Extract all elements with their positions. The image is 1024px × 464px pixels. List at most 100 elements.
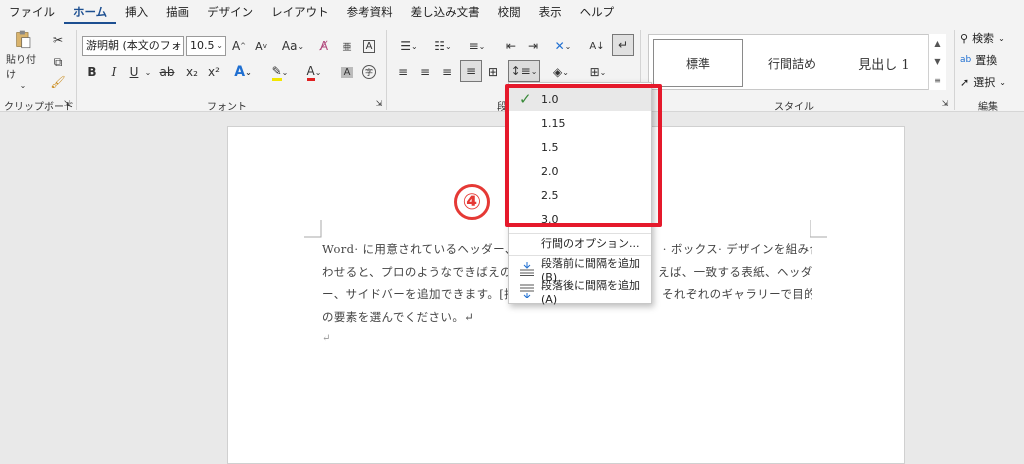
cut-button[interactable]: ✂ <box>48 30 68 50</box>
shading-button[interactable]: ◈ ⌄ <box>548 62 574 82</box>
tab-references[interactable]: 参考資料 <box>338 0 402 24</box>
strikethrough-button[interactable]: ab <box>158 62 176 82</box>
align-left-button[interactable]: ≡ <box>394 62 412 82</box>
asian-layout-button[interactable]: ✕ ⌄ <box>550 36 576 56</box>
tab-view[interactable]: 表示 <box>530 0 571 24</box>
styles-scroll[interactable]: ▲ ▼ ≡ <box>928 34 946 90</box>
styles-gallery[interactable]: 標準 行間詰め 見出し 1 <box>648 34 946 90</box>
paint-bucket-icon: ◈ <box>553 65 563 79</box>
chevron-down-icon[interactable]: ⌄ <box>144 62 152 82</box>
chevron-down-icon[interactable]: ▼ <box>934 57 940 66</box>
font-name-select[interactable]: 游明朝 (本文のフォン ⌄ <box>82 36 184 56</box>
text-effects-button[interactable]: A ⌄ <box>232 62 254 82</box>
text-line: の要素を選んでください。↵ <box>322 306 812 329</box>
chevron-down-icon: ⌄ <box>245 67 252 77</box>
align-right-button[interactable]: ≡ <box>438 62 456 82</box>
tab-insert[interactable]: 挿入 <box>116 0 157 24</box>
tab-mailings[interactable]: 差し込み文書 <box>402 0 489 24</box>
multilevel-list-button[interactable]: ≡ ⌄ <box>462 36 492 56</box>
chevron-down-icon: ⌄ <box>564 41 572 51</box>
chevron-down-icon: ⌄ <box>530 66 538 76</box>
text-line-right: えば、一致する表紙、ヘッダ <box>657 264 812 279</box>
character-shading-button[interactable]: A <box>338 62 356 82</box>
font-size-select[interactable]: 10.5 ⌄ <box>186 36 226 56</box>
increase-indent-button[interactable]: ⇥ <box>524 36 542 56</box>
option-label: 行間のオプション... <box>541 237 640 250</box>
tab-design[interactable]: デザイン <box>198 0 262 24</box>
multilevel-list-icon: ≡ <box>468 39 479 53</box>
line-spacing-button[interactable]: ↕≡ ⌄ <box>508 60 540 82</box>
dialog-launcher-icon[interactable]: ⇲ <box>374 98 384 108</box>
shrink-font-button[interactable]: Av <box>252 36 270 56</box>
chevron-down-icon: ⌄ <box>998 33 1005 43</box>
copy-icon: ⧉ <box>53 54 63 69</box>
search-icon: ⚲ <box>960 31 969 45</box>
style-heading-1[interactable]: 見出し 1 <box>841 39 927 87</box>
chevron-down-icon: ⌄ <box>297 41 305 51</box>
editing-group-label: 編集 <box>978 102 998 113</box>
subscript-button[interactable]: x₂ <box>184 62 200 82</box>
align-center-button[interactable]: ≡ <box>416 62 434 82</box>
tab-home[interactable]: ホーム <box>64 0 117 24</box>
copy-button[interactable]: ⧉ <box>48 52 68 72</box>
replace-icon: ab <box>960 55 972 65</box>
bold-button[interactable]: B <box>84 62 100 82</box>
font-size-value: 10.5 <box>190 39 215 52</box>
line-spacing-options-item[interactable]: 行間のオプション... <box>509 231 651 255</box>
styles-group-label: スタイル <box>774 102 814 113</box>
line-spacing-icon: ↕≡ <box>510 64 531 78</box>
text-line-right: それぞれのギャラリーで目的 <box>662 287 812 301</box>
add-space-after-item[interactable]: 段落後に間隔を追加(A) <box>509 279 651 306</box>
decrease-indent-button[interactable]: ⇤ <box>502 36 520 56</box>
align-left-icon: ≡ <box>397 65 409 79</box>
style-no-spacing[interactable]: 行間詰め <box>747 39 837 87</box>
grow-font-button[interactable]: A ^ <box>230 36 248 56</box>
brush-icon: 🖌 <box>50 75 66 89</box>
font-color-button[interactable]: A ⌄ <box>302 62 326 82</box>
tab-draw[interactable]: 描画 <box>157 0 198 24</box>
text-line-left: Word· に用意されているヘッダー、 <box>322 242 517 256</box>
numbering-button[interactable]: ☷ ⌄ <box>428 36 458 56</box>
justify-button[interactable]: ≡ <box>460 60 482 82</box>
bullets-button[interactable]: ☰ ⌄ <box>394 36 424 56</box>
enclose-characters-button[interactable]: 字 <box>360 62 378 82</box>
distributed-button[interactable]: ⊞ <box>484 62 502 82</box>
change-case-button[interactable]: Aa ⌄ <box>278 36 308 56</box>
underline-button[interactable]: U <box>126 62 142 82</box>
italic-button[interactable]: I <box>106 62 122 82</box>
step-marker: ④ <box>454 184 490 220</box>
format-painter-button[interactable]: 🖌 <box>48 72 68 92</box>
find-label: 検索 <box>972 32 995 45</box>
scissors-icon: ✂ <box>52 33 64 47</box>
tab-help[interactable]: ヘルプ <box>571 0 624 24</box>
borders-button[interactable]: ⊞ ⌄ <box>584 62 612 82</box>
dialog-launcher-icon[interactable]: ⇲ <box>62 98 72 108</box>
asian-layout-icon: ✕ <box>554 39 565 53</box>
chevron-down-icon: ⌄ <box>599 67 607 77</box>
highlight-button[interactable]: ✎ ⌄ <box>268 62 292 82</box>
find-button[interactable]: ⚲ 検索 ⌄ <box>960 30 1005 46</box>
paste-button[interactable]: 貼り付け ⌄ <box>6 30 40 90</box>
chevron-down-icon: ⌄ <box>216 41 223 50</box>
phonetic-guide-button[interactable]: 亜 <box>338 36 356 56</box>
superscript-button[interactable]: x² <box>206 62 222 82</box>
style-normal[interactable]: 標準 <box>653 39 743 87</box>
show-marks-button[interactable]: ↵ <box>612 34 634 56</box>
more-icon[interactable]: ≡ <box>934 76 941 85</box>
font-name-value: 游明朝 (本文のフォン <box>86 39 184 52</box>
chevron-down-icon: ⌄ <box>314 67 322 77</box>
dialog-launcher-icon[interactable]: ⇲ <box>940 98 950 108</box>
clear-formatting-button[interactable]: A̸ <box>314 36 334 56</box>
character-border-button[interactable]: A <box>360 36 378 56</box>
tab-review[interactable]: 校閲 <box>489 0 530 24</box>
justify-icon: ≡ <box>465 64 477 78</box>
sort-button[interactable]: A↓ <box>588 36 606 56</box>
sort-icon: A↓ <box>589 40 605 52</box>
replace-button[interactable]: ab 置換 <box>960 52 997 68</box>
tab-layout[interactable]: レイアウト <box>262 0 338 24</box>
select-button[interactable]: ➚ 選択 ⌄ <box>960 74 1006 90</box>
tab-file[interactable]: ファイル <box>0 0 64 24</box>
chevron-up-icon[interactable]: ▲ <box>934 39 940 48</box>
bullet-list-icon: ☰ <box>400 39 412 53</box>
distributed-icon: ⊞ <box>487 65 499 79</box>
